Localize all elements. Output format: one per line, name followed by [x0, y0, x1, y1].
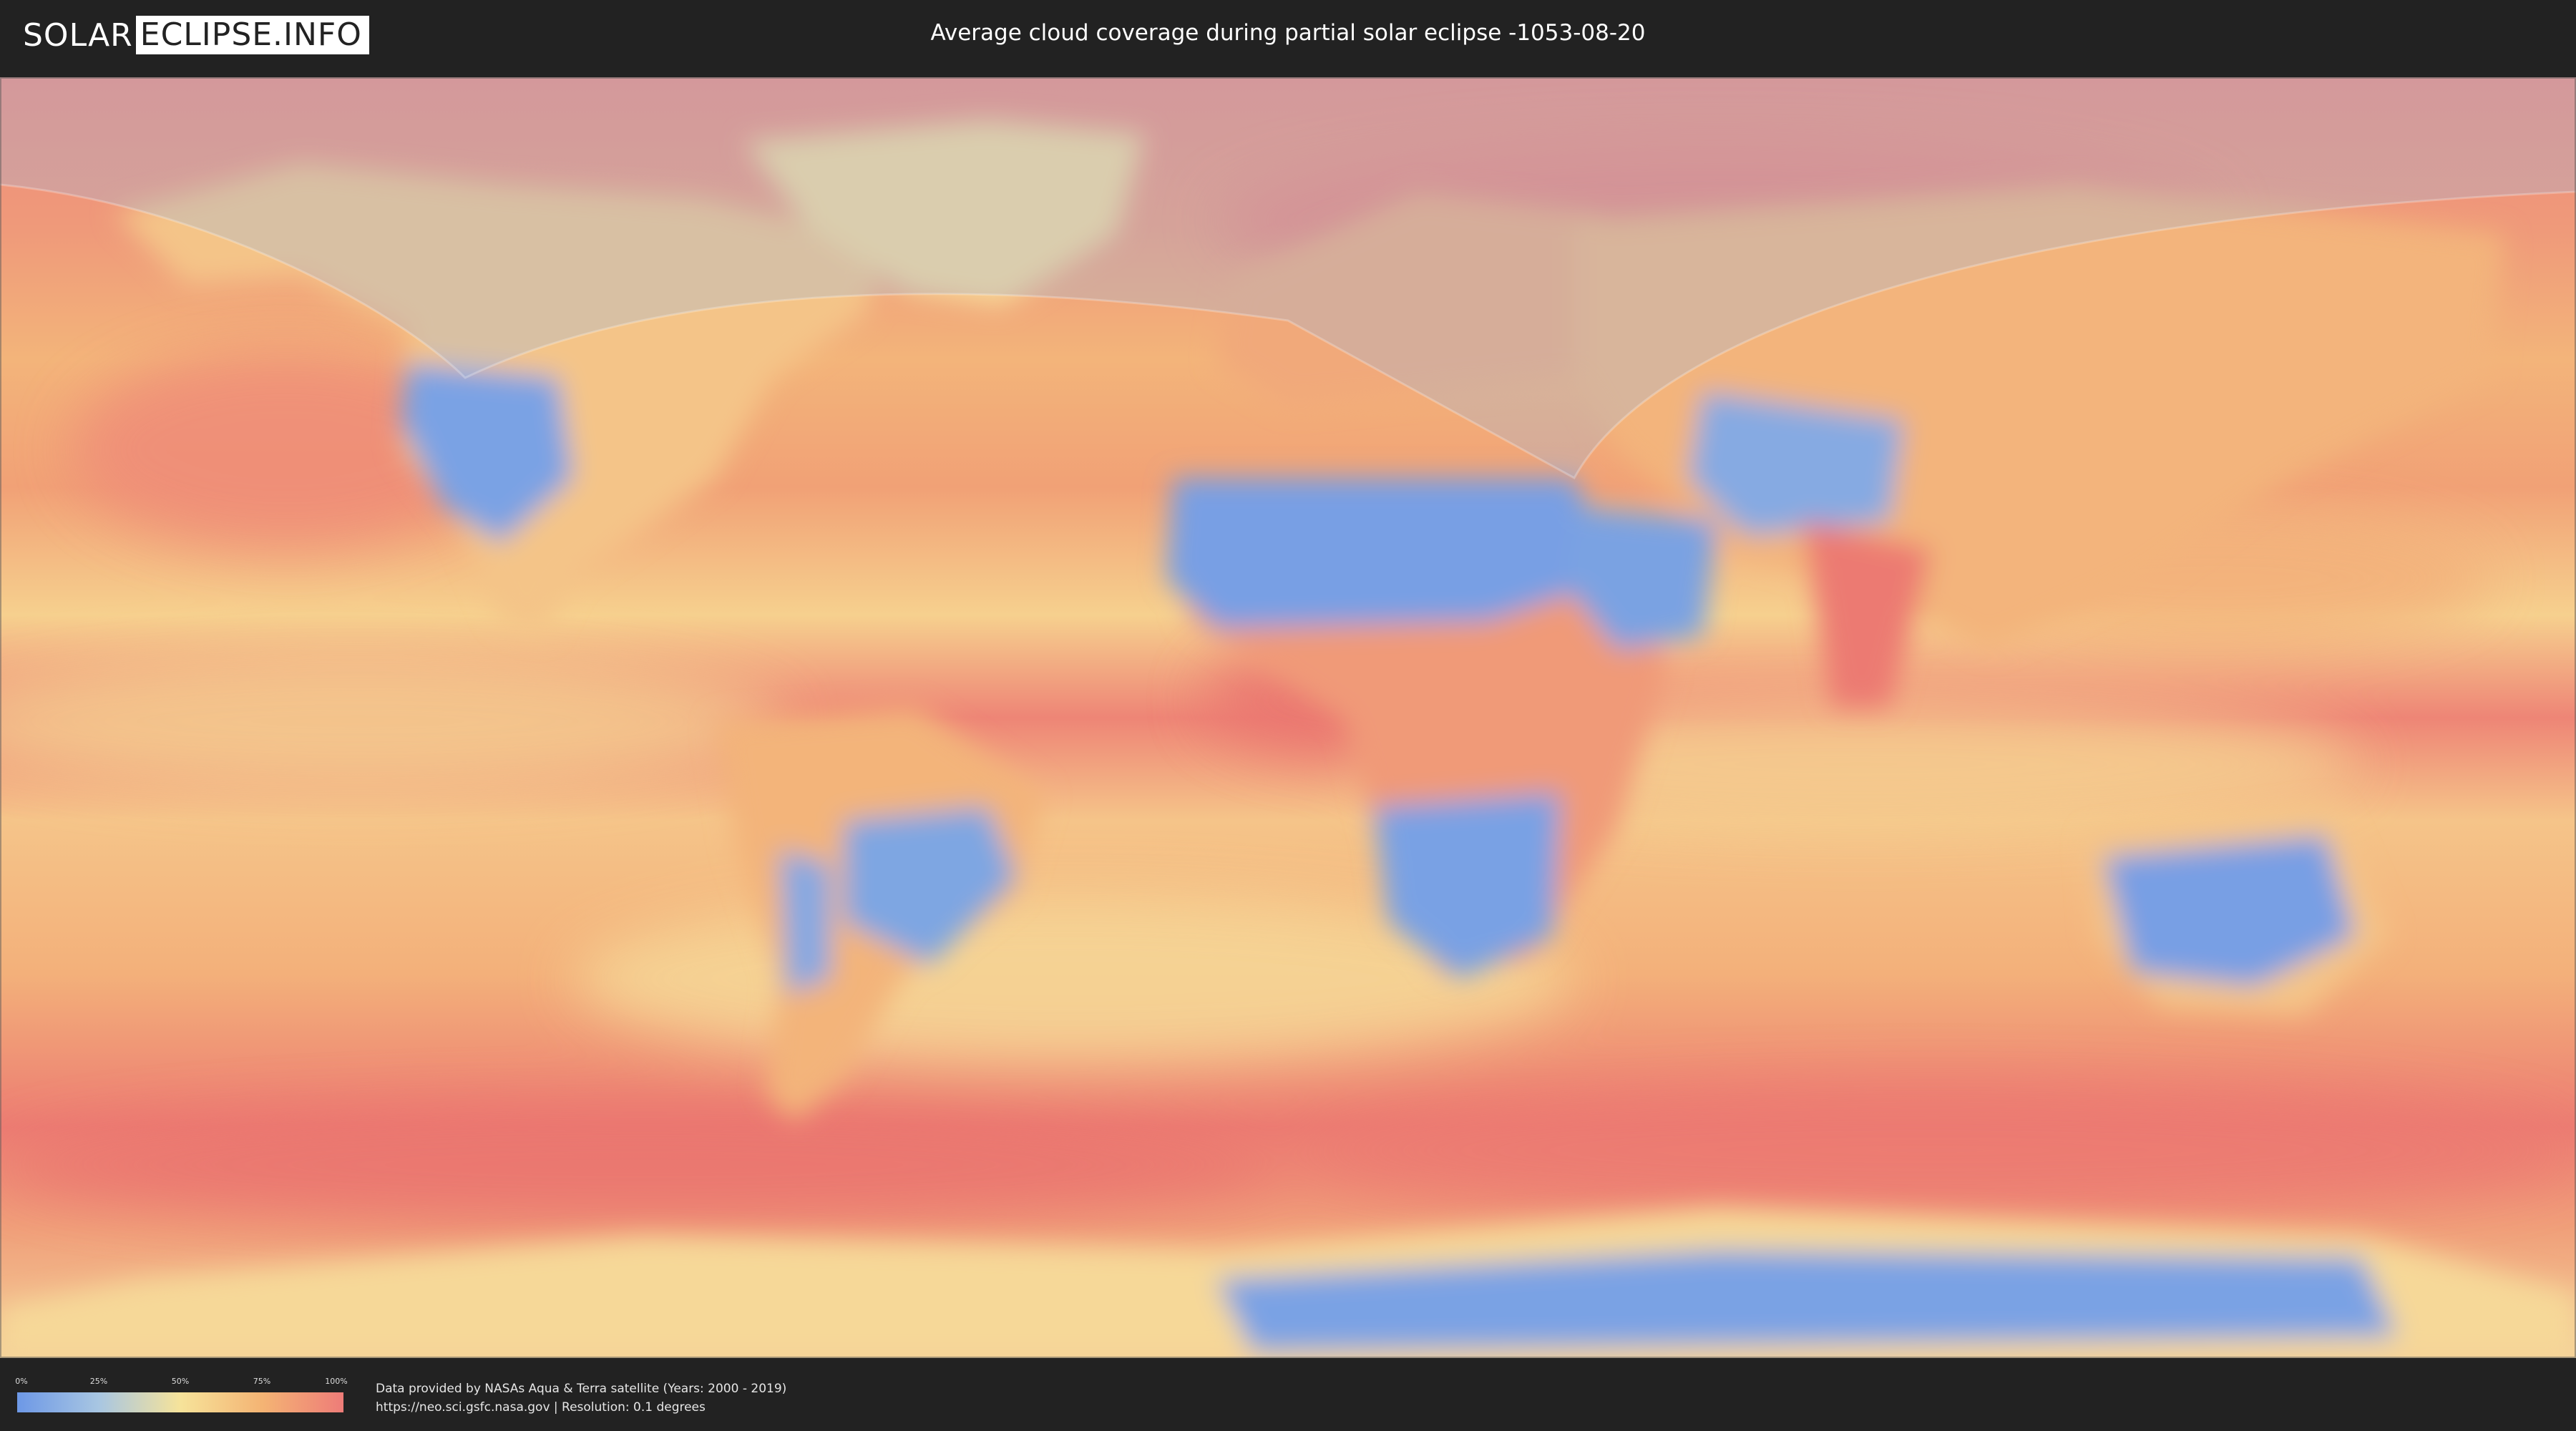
legend-tick-100: 100% [325, 1377, 348, 1386]
credit-line-url: https://neo.sci.gsfc.nasa.gov | Resoluti… [376, 1400, 706, 1415]
credit-line-source: Data provided by NASAs Aqua & Terra sate… [376, 1382, 787, 1396]
legend-tick-25: 25% [89, 1377, 108, 1386]
andes-clear [780, 850, 830, 993]
map-canvas [0, 77, 2576, 1358]
cloud-coverage-legend: 0% 25% 50% 75% 100% [15, 1377, 348, 1412]
cloud-coverage-map[interactable] [0, 77, 2576, 1358]
legend-tick-0: 0% [15, 1377, 28, 1386]
legend-tick-50: 50% [171, 1377, 190, 1386]
page-title: Average cloud coverage during partial so… [930, 20, 1646, 46]
data-credits: Data provided by NASAs Aqua & Terra sate… [376, 1379, 786, 1417]
legend-color-bar [17, 1392, 343, 1412]
page: SOLAR ECLIPSE.INFO Average cloud coverag… [0, 0, 2576, 1431]
header-bar: SOLAR ECLIPSE.INFO Average cloud coverag… [0, 0, 2576, 72]
legend-ticks: 0% 25% 50% 75% 100% [15, 1377, 347, 1390]
footer-bar: 0% 25% 50% 75% 100% Data provided by NAS… [0, 1359, 2576, 1431]
legend-tick-75: 75% [253, 1377, 271, 1386]
